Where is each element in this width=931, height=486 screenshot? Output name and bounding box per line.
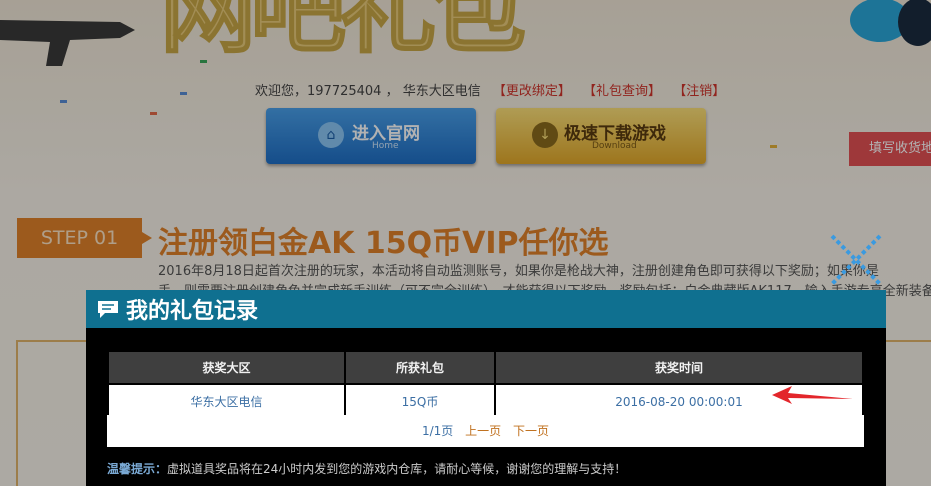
tip-text: 温馨提示：虚拟道具奖品将在24小时内发到您的游戏内仓库，请耐心等候，谢谢您的理解… [107, 460, 626, 477]
page-indicator: 1/1页 [421, 424, 454, 438]
gift-record-modal: 我的礼包记录 获奖大区 所获礼包 获奖时间 华东大区电信 15Q币 2016-0… [86, 290, 886, 486]
table-header-row: 获奖大区 所获礼包 获奖时间 [107, 350, 864, 385]
gift-record-table: 获奖大区 所获礼包 获奖时间 华东大区电信 15Q币 2016-08-20 00… [107, 350, 864, 420]
tip-label: 温馨提示： [107, 462, 168, 476]
modal-title: 我的礼包记录 [126, 299, 259, 324]
column-header-gift: 所获礼包 [344, 350, 496, 385]
cell-gift: 15Q币 [344, 383, 496, 420]
table-row: 华东大区电信 15Q币 2016-08-20 00:00:01 [107, 383, 864, 420]
cell-region: 华东大区电信 [107, 383, 346, 420]
modal-header: 我的礼包记录 [86, 290, 886, 328]
red-arrow-annotation [772, 386, 853, 404]
tip-body: 虚拟道具奖品将在24小时内发到您的游戏内仓库，请耐心等候，谢谢您的理解与支持！ [167, 462, 627, 476]
column-header-region: 获奖大区 [107, 350, 346, 385]
chat-icon [98, 301, 118, 318]
column-header-time: 获奖时间 [494, 350, 864, 385]
pagination: 1/1页 上一页 下一页 [107, 415, 864, 447]
prev-page-link[interactable]: 上一页 [465, 424, 501, 438]
next-page-link[interactable]: 下一页 [513, 424, 549, 438]
close-icon[interactable] [826, 230, 886, 290]
